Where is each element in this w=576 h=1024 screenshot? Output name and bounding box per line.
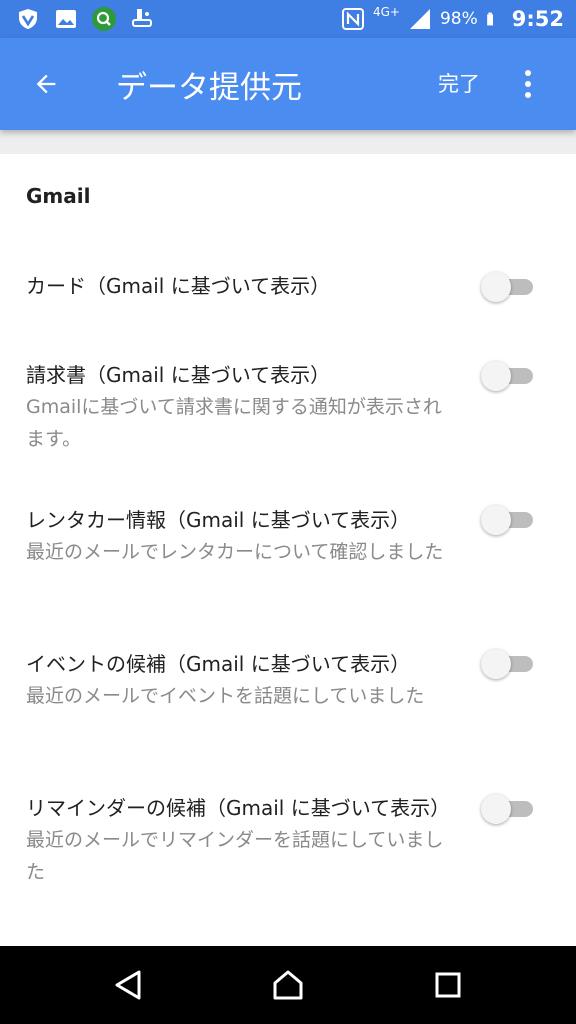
shield-icon: [19, 9, 37, 29]
pref-reminders-gmail[interactable]: リマインダーの候補（Gmail に基づいて表示） 最近のメールでリマインダーを話…: [26, 792, 456, 888]
header-divider: [0, 130, 576, 154]
toggle-reminders-gmail[interactable]: [481, 792, 533, 824]
switch-thumb: [481, 361, 511, 391]
more-options-button[interactable]: [510, 60, 546, 108]
pref-events-gmail[interactable]: イベントの候補（Gmail に基づいて表示） 最近のメールでイベントを話題にして…: [26, 648, 456, 712]
arrow-back-icon: [36, 74, 56, 94]
toggle-rental-car-gmail[interactable]: [481, 503, 533, 535]
switch-thumb: [481, 272, 511, 302]
nav-recents-icon: [435, 972, 461, 998]
nfc-icon: [341, 8, 364, 30]
back-button[interactable]: [22, 60, 70, 108]
nav-home-icon: [273, 970, 303, 1000]
search-app-icon: [92, 7, 116, 31]
system-nav-bar: [0, 946, 576, 1024]
page-title: データ提供元: [116, 70, 302, 106]
switch-thumb: [481, 505, 511, 535]
pref-title: 請求書（Gmail に基づいて表示）: [26, 363, 331, 387]
pref-bills-gmail[interactable]: 請求書（Gmail に基づいて表示） Gmailに基づいて請求書に関する通知が表…: [26, 359, 456, 455]
pref-rental-car-gmail[interactable]: レンタカー情報（Gmail に基づいて表示） 最近のメールでレンタカーについて確…: [26, 504, 456, 568]
usb-debug-icon: [132, 9, 152, 27]
nav-back-icon: [115, 970, 141, 1000]
pref-title: リマインダーの候補（Gmail に基づいて表示）: [26, 796, 451, 820]
status-bar: 4G+ 98% 9:52: [0, 0, 576, 38]
pref-title: イベントの候補（Gmail に基づいて表示）: [26, 652, 411, 676]
battery-percent: 98%: [439, 9, 478, 29]
app-bar: データ提供元 完了: [0, 38, 576, 130]
switch-thumb: [481, 649, 511, 679]
settings-list: Gmail カード（Gmail に基づいて表示） 請求書（Gmail に基づいて…: [0, 154, 576, 946]
pref-summary: Gmailに基づいて請求書に関する通知が表示されます。: [26, 396, 442, 450]
pref-title: レンタカー情報（Gmail に基づいて表示）: [26, 508, 411, 532]
nav-recents-button[interactable]: [420, 960, 476, 1010]
section-title: Gmail: [26, 184, 91, 208]
nav-back-button[interactable]: [100, 960, 156, 1010]
pref-title: カード（Gmail に基づいて表示）: [26, 274, 331, 298]
toggle-events-gmail[interactable]: [481, 647, 533, 679]
pref-summary: 最近のメールでイベントを話題にしていました: [26, 685, 425, 707]
toggle-cards-gmail[interactable]: [481, 270, 533, 302]
pref-summary: 最近のメールでリマインダーを話題にしていました: [26, 829, 444, 883]
toggle-bills-gmail[interactable]: [481, 359, 533, 391]
clock: 9:52: [511, 7, 564, 31]
network-type: 4G+: [372, 5, 400, 19]
signal-icon: [409, 9, 430, 29]
nav-home-button[interactable]: [260, 960, 316, 1010]
image-icon: [56, 10, 76, 28]
switch-thumb: [481, 794, 511, 824]
pref-summary: 最近のメールでレンタカーについて確認しました: [26, 541, 444, 563]
battery-icon: [486, 12, 493, 26]
more-vert-icon: [525, 70, 531, 98]
done-button[interactable]: 完了: [438, 68, 480, 98]
pref-cards-gmail[interactable]: カード（Gmail に基づいて表示）: [26, 270, 456, 302]
